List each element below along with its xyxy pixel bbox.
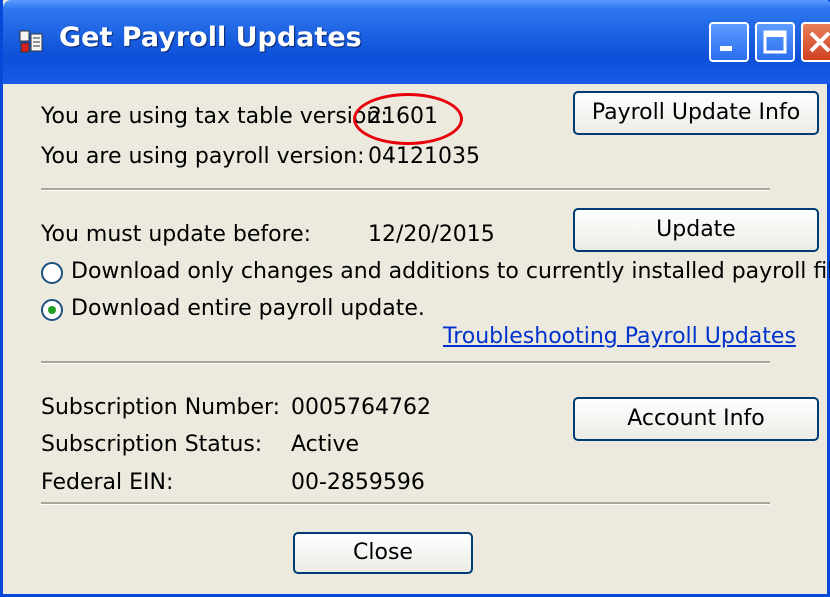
tax-table-label: You are using tax table version: bbox=[41, 104, 388, 129]
subscription-status-label: Subscription Status: bbox=[41, 432, 263, 457]
close-icon bbox=[809, 31, 830, 53]
highlight-circle bbox=[353, 93, 463, 145]
close-window-button[interactable] bbox=[801, 22, 830, 62]
subscription-number-label: Subscription Number: bbox=[41, 395, 281, 420]
separator bbox=[41, 502, 770, 505]
option-entire-label[interactable]: Download entire payroll update. bbox=[71, 296, 425, 321]
maximize-icon bbox=[763, 30, 787, 54]
option-changes-label[interactable]: Download only changes and additions to c… bbox=[71, 259, 830, 284]
maximize-button[interactable] bbox=[755, 22, 795, 62]
minimize-button[interactable] bbox=[709, 22, 749, 62]
minimize-icon bbox=[720, 46, 732, 51]
radio-download-entire[interactable] bbox=[41, 299, 63, 321]
deadline-label: You must update before: bbox=[41, 222, 312, 247]
payroll-version-value: 04121035 bbox=[368, 144, 480, 169]
account-info-button[interactable]: Account Info bbox=[573, 397, 819, 441]
close-button[interactable]: Close bbox=[293, 532, 473, 574]
subscription-number: 0005764762 bbox=[291, 395, 431, 420]
update-button[interactable]: Update bbox=[573, 208, 819, 252]
radio-download-changes[interactable] bbox=[41, 262, 63, 284]
payroll-update-info-button[interactable]: Payroll Update Info bbox=[573, 91, 819, 135]
title-bar[interactable]: Get Payroll Updates bbox=[3, 0, 830, 84]
separator bbox=[41, 361, 770, 364]
payroll-updates-window: Get Payroll Updates You are using tax ta… bbox=[0, 0, 830, 597]
subscription-status: Active bbox=[291, 432, 360, 457]
payroll-app-icon bbox=[17, 28, 45, 56]
troubleshooting-link[interactable]: Troubleshooting Payroll Updates bbox=[443, 324, 796, 349]
federal-ein-label: Federal EIN: bbox=[41, 470, 174, 495]
separator bbox=[41, 188, 770, 191]
window-title: Get Payroll Updates bbox=[59, 22, 362, 53]
deadline-date: 12/20/2015 bbox=[368, 222, 495, 247]
payroll-version-label: You are using payroll version: bbox=[41, 144, 365, 169]
federal-ein: 00-2859596 bbox=[291, 470, 425, 495]
